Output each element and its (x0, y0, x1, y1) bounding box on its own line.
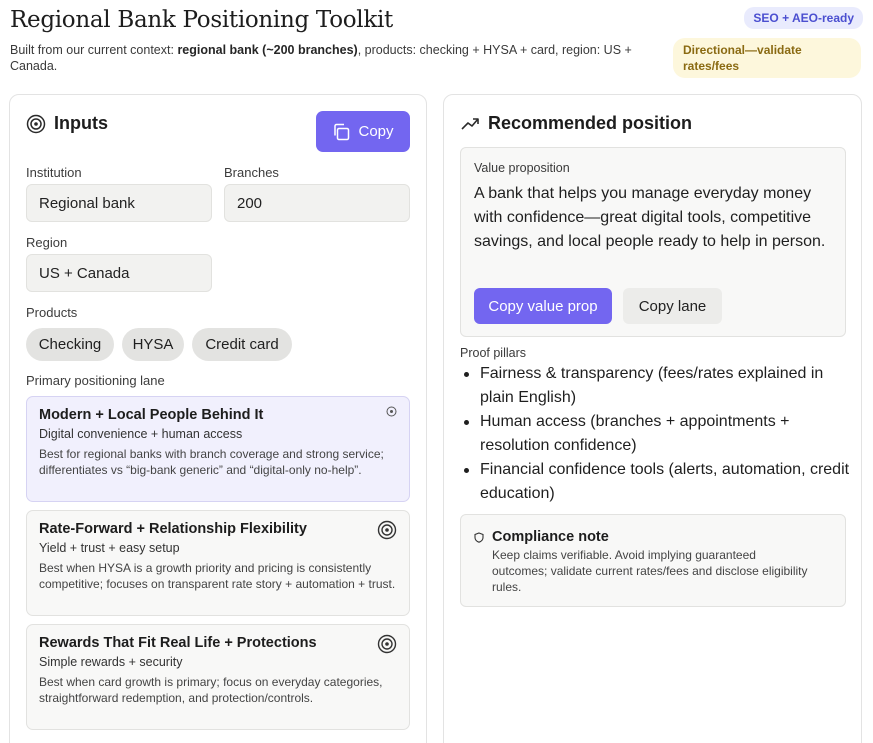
copy-inputs-label: Copy (358, 123, 394, 140)
recommended-header: Recommended position (460, 113, 692, 134)
seo-badge: SEO + AEO-ready (744, 7, 863, 29)
copy-lane-button[interactable]: Copy lane (623, 288, 722, 324)
proof-pillars-list: Fairness & transparency (fees/rates expl… (460, 362, 855, 506)
products-label: Products (26, 305, 78, 320)
vp-text: A bank that helps you manage everyday mo… (474, 185, 826, 250)
copy-icon (332, 123, 350, 141)
product-chip-credit-card[interactable]: Credit card (192, 328, 292, 361)
institution-field[interactable]: Regional bank (26, 184, 212, 222)
trend-up-icon (460, 114, 480, 134)
lane-title: Modern + Local People Behind It (39, 407, 264, 423)
product-chip-hysa[interactable]: HYSA (122, 328, 184, 361)
target-icon (377, 520, 397, 540)
copy-value-prop-button[interactable]: Copy value prop (474, 288, 612, 324)
list-item: Financial confidence tools (alerts, auto… (460, 458, 855, 506)
lane-title: Rewards That Fit Real Life + Protections (39, 635, 317, 651)
shield-icon (474, 531, 484, 543)
target-icon (386, 406, 397, 417)
lane-option-rate-forward[interactable]: Rate-Forward + Relationship Flexibility … (26, 510, 410, 616)
list-item: Human access (branches + appointments + … (460, 410, 855, 458)
note-header: Compliance note (474, 529, 609, 545)
region-field[interactable]: US + Canada (26, 254, 212, 292)
target-icon (377, 634, 397, 654)
lane-subtitle: Digital convenience + human access (39, 427, 243, 441)
recommended-panel: Recommended position Value proposition A… (443, 94, 862, 743)
note-text: Keep claims verifiable. Avoid implying g… (492, 548, 808, 594)
subtitle-prefix: Built from our current context: (10, 43, 178, 57)
lane-title: Rate-Forward + Relationship Flexibility (39, 521, 307, 537)
note-title: Compliance note (492, 529, 609, 545)
list-item: Fairness & transparency (fees/rates expl… (460, 362, 855, 410)
copy-inputs-button[interactable]: Copy (316, 111, 410, 152)
branches-label: Branches (224, 165, 279, 180)
vp-label: Value proposition (474, 161, 570, 175)
product-chip-checking[interactable]: Checking (26, 328, 114, 361)
lane-option-rewards[interactable]: Rewards That Fit Real Life + Protections… (26, 624, 410, 730)
subtitle-bold: regional bank (~200 branches) (177, 43, 358, 57)
branches-field[interactable]: 200 (224, 184, 410, 222)
lane-description: Best when card growth is primary; focus … (39, 675, 383, 705)
inputs-panel: Inputs Copy Institution Regional bank Br… (9, 94, 427, 743)
region-label: Region (26, 235, 68, 250)
lane-option-modern-local[interactable]: Modern + Local People Behind It Digital … (26, 396, 410, 502)
target-icon (26, 114, 46, 134)
value-proposition-card: Value proposition A bank that helps you … (460, 147, 846, 337)
page-subtitle: Built from our current context: regional… (10, 42, 670, 74)
lane-subtitle: Simple rewards + security (39, 655, 183, 669)
inputs-title: Inputs (54, 113, 108, 133)
inputs-header: Inputs (26, 113, 108, 134)
lane-description: Best when HYSA is a growth priority and … (39, 561, 396, 591)
pillars-label: Proof pillars (460, 346, 526, 360)
directional-badge: Directional—validate rates/fees (673, 38, 861, 78)
lane-label: Primary positioning lane (26, 373, 165, 388)
page-title: Regional Bank Positioning Toolkit (10, 7, 393, 33)
recommended-title: Recommended position (488, 113, 693, 133)
compliance-note: Compliance note Keep claims verifiable. … (460, 514, 846, 607)
lane-subtitle: Yield + trust + easy setup (39, 541, 180, 555)
institution-label: Institution (26, 165, 82, 180)
lane-description: Best for regional banks with branch cove… (39, 447, 384, 477)
